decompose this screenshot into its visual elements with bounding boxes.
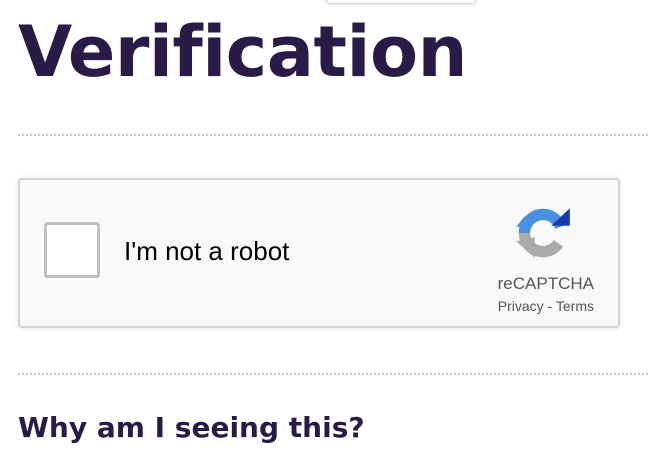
- not-a-robot-checkbox[interactable]: [44, 222, 100, 278]
- recaptcha-brand-label: reCAPTCHA: [497, 274, 594, 293]
- legal-links: Privacy - Terms: [498, 298, 594, 314]
- terms-link[interactable]: Terms: [556, 298, 594, 314]
- link-separator: -: [543, 298, 556, 314]
- top-divider: [18, 134, 648, 136]
- privacy-link[interactable]: Privacy: [498, 298, 544, 314]
- bottom-divider: [18, 373, 648, 375]
- recaptcha-logo-icon: [516, 208, 570, 258]
- top-tab-edge: [326, 0, 476, 4]
- why-seeing-this-heading: Why am I seeing this?: [18, 411, 365, 444]
- page-title: Verification: [18, 11, 467, 93]
- recaptcha-widget: I'm not a robot reCAPTCHA Privacy - Term…: [18, 178, 620, 328]
- checkbox-label[interactable]: I'm not a robot: [124, 236, 289, 266]
